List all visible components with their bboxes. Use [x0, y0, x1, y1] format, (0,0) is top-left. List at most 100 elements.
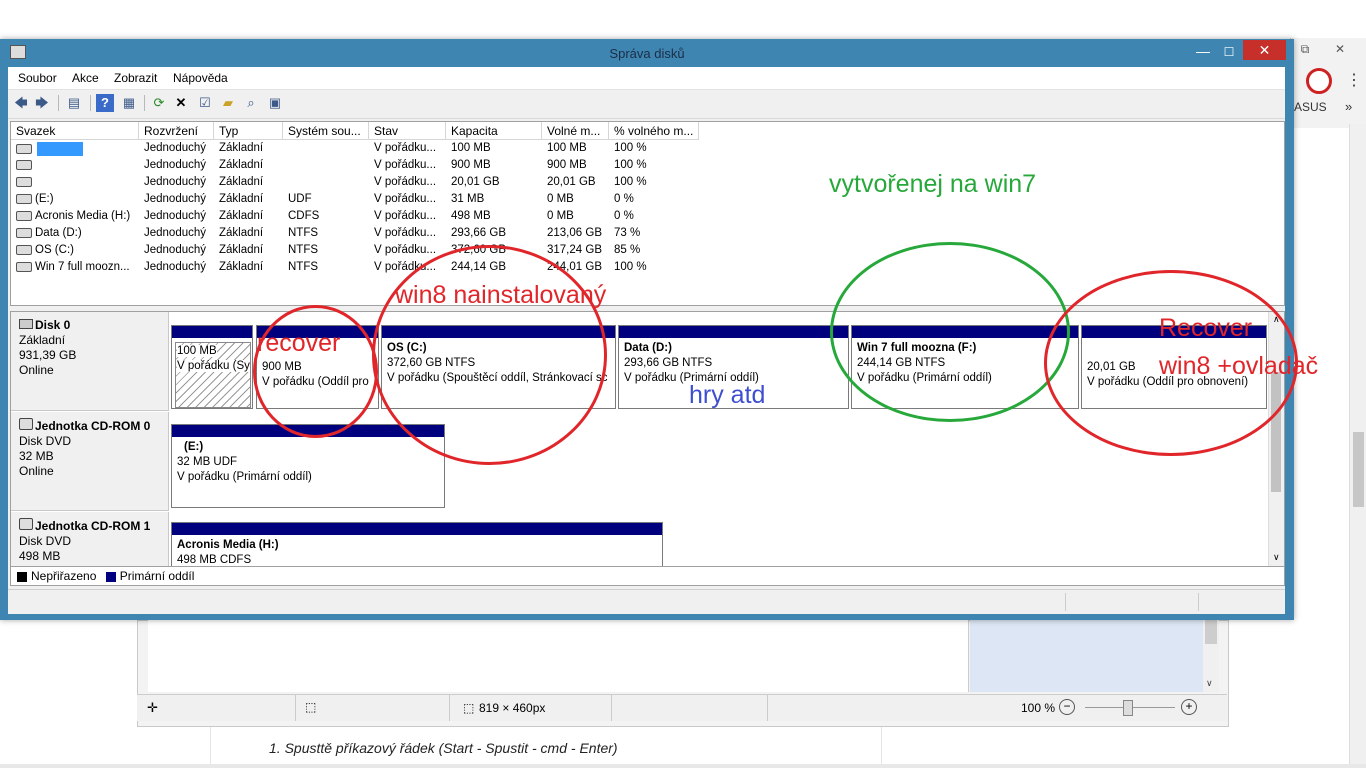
table-row[interactable]: Acronis Media (H:) Jednoduchý Základní CDFS…: [11, 209, 701, 226]
disk-0-label[interactable]: Disk 0 Základní 931,39 GB Online: [11, 312, 169, 411]
cell-layout: Jednoduchý: [144, 142, 207, 154]
annotation-circle-recover: [253, 305, 378, 438]
menu-view[interactable]: Zobrazit: [114, 71, 157, 85]
cell-name: Win 7 full moozn...: [16, 261, 141, 273]
background-close-icon[interactable]: ✕: [1325, 40, 1355, 58]
table-row[interactable]: Data (D:) Jednoduchý Základní NTFS V pořádku…: [11, 226, 701, 243]
cdrom-0-size: 32 MB: [19, 449, 54, 463]
cell-name: OS (C:): [16, 244, 141, 256]
col-status[interactable]: Stav: [369, 122, 446, 140]
partition-size: 498 MB CDFS: [177, 554, 252, 566]
background-editor-statusbar: ✛ ⬚ ⬚ 819 × 460px 100 % − +: [137, 694, 1227, 721]
close-button[interactable]: ✕: [1243, 40, 1286, 60]
volume-list[interactable]: Svazek Rozvržení Typ Systém sou... Stav …: [10, 121, 1285, 306]
cell-free: 900 MB: [547, 159, 587, 171]
table-row[interactable]: Jednoduchý Základní V pořádku... 20,01 GB 20…: [11, 175, 701, 192]
menu-file[interactable]: Soubor: [18, 71, 57, 85]
cdrom-icon: [19, 418, 33, 430]
background-bottom-strip: [0, 764, 1366, 768]
volume-icon: [16, 227, 32, 238]
cell-free: 0 MB: [547, 193, 574, 205]
table-row[interactable]: Win 7 full moozn... Jednoduchý Základní NTF…: [11, 260, 701, 277]
menu-action[interactable]: Akce: [72, 71, 99, 85]
disk-0-name: Disk 0: [35, 318, 71, 332]
background-canvas: [148, 620, 969, 692]
maximize-button[interactable]: ☐: [1216, 42, 1242, 62]
cdrom-0-label[interactable]: Jednotka CD-ROM 0 Disk DVD 32 MB Online: [11, 412, 169, 511]
cell-pct: 100 %: [614, 261, 647, 273]
cell-capacity: 900 MB: [451, 159, 491, 171]
show-hide-tree-icon[interactable]: ▤: [65, 94, 83, 112]
selected-volume-highlight: [37, 142, 83, 156]
volume-icon: [16, 244, 32, 255]
cell-capacity: 498 MB: [451, 210, 491, 222]
col-filesystem[interactable]: Systém sou...: [283, 122, 369, 140]
window-title: Správa disků: [609, 46, 685, 61]
volume-name: Win 7 full moozn...: [35, 261, 130, 273]
search-icon[interactable]: ⌕: [242, 94, 260, 112]
cdrom-1-name: Jednotka CD-ROM 1: [35, 519, 151, 533]
cell-type: Základní: [219, 261, 264, 273]
minimize-button[interactable]: —: [1190, 42, 1216, 62]
check-icon[interactable]: ☑: [196, 94, 214, 112]
partition-size: 293,66 GB NTFS: [624, 357, 713, 369]
legend-primary-swatch: [105, 571, 116, 582]
cell-name: [16, 159, 141, 171]
cell-status: V pořádku...: [374, 227, 437, 239]
cell-free: 100 MB: [547, 142, 587, 154]
table-row[interactable]: Jednoduchý Základní V pořádku... 900 MB 900 …: [11, 158, 701, 175]
cdrom-1-label[interactable]: Jednotka CD-ROM 1 Disk DVD 498 MB: [11, 512, 169, 566]
menu-bar: Soubor Akce Zobrazit Nápověda: [8, 67, 1285, 90]
zoom-out-icon[interactable]: −: [1059, 699, 1075, 715]
volume-icon: [16, 261, 32, 272]
background-asus-label: ASUS: [1294, 100, 1327, 114]
cell-name: [16, 176, 141, 188]
table-row[interactable]: Jednoduchý Základní V pořádku... 100 MB 100 …: [11, 141, 701, 158]
scroll-down-icon[interactable]: ∨: [1273, 552, 1280, 563]
menu-help[interactable]: Nápověda: [173, 71, 228, 85]
open-folder-icon[interactable]: ▰: [219, 94, 237, 112]
cell-pct: 85 %: [614, 244, 641, 256]
table-row[interactable]: OS (C:) Jednoduchý Základní NTFS V pořádku..…: [11, 243, 701, 260]
annotation-installed-text: win8 nainstalovaný: [395, 281, 607, 309]
col-type[interactable]: Typ: [214, 122, 283, 140]
background-scrollbar[interactable]: [1349, 124, 1366, 768]
col-layout[interactable]: Rozvržení: [139, 122, 214, 140]
annotation-circle-win7: [830, 242, 1070, 422]
cell-layout: Jednoduchý: [144, 159, 207, 171]
properties-icon[interactable]: ▦: [120, 94, 138, 112]
delete-icon[interactable]: ✕: [172, 94, 190, 112]
partition-system-reserved[interactable]: 100 MB V pořádku (Sy: [171, 325, 253, 409]
background-app-icon[interactable]: [1306, 68, 1332, 94]
col-free-percent[interactable]: % volného m...: [609, 122, 699, 140]
disk-0-type: Základní: [19, 333, 66, 347]
forward-arrow-icon[interactable]: 🡆: [33, 94, 51, 112]
partition-cdrom-h[interactable]: Acronis Media (H:) 498 MB CDFS: [171, 522, 663, 566]
background-chevron-icon[interactable]: »: [1345, 99, 1352, 114]
image-dimensions: 819 × 460px: [479, 701, 546, 715]
selection-icon: ⬚: [305, 700, 317, 714]
toolbar: 🡄 🡆 ▤ ? ▦ ⟳ ✕ ☑ ▰ ⌕ ▣: [8, 90, 1285, 119]
refresh-icon[interactable]: ⟳: [150, 94, 168, 112]
col-free[interactable]: Volné m...: [542, 122, 609, 140]
cell-layout: Jednoduchý: [144, 261, 207, 273]
background-editor-scrollbar[interactable]: ∨: [1203, 620, 1219, 692]
table-row[interactable]: (E:) Jednoduchý Základní UDF V pořádku... 31 …: [11, 192, 701, 209]
settings-icon[interactable]: ▣: [266, 94, 284, 112]
zoom-slider-thumb[interactable]: [1123, 700, 1133, 716]
annotation-recover-right-text: Recover: [1159, 314, 1253, 342]
zoom-in-icon[interactable]: +: [1181, 699, 1197, 715]
partition-size: 100 MB: [177, 345, 217, 357]
title-bar[interactable]: Správa disků — ☐ ✕: [0, 39, 1294, 67]
cell-pct: 100 %: [614, 176, 647, 188]
col-capacity[interactable]: Kapacita: [446, 122, 542, 140]
back-arrow-icon[interactable]: 🡄: [12, 94, 30, 112]
help-icon[interactable]: ?: [96, 94, 114, 112]
cell-fs: NTFS: [288, 244, 319, 256]
volume-name: Data (D:): [35, 227, 82, 239]
cell-fs: NTFS: [288, 261, 319, 273]
zoom-level: 100 %: [1021, 701, 1056, 715]
background-menu-icon[interactable]: ⋮: [1346, 70, 1362, 90]
background-restore-icon[interactable]: ⧉: [1290, 40, 1320, 58]
col-volume[interactable]: Svazek: [11, 122, 139, 140]
